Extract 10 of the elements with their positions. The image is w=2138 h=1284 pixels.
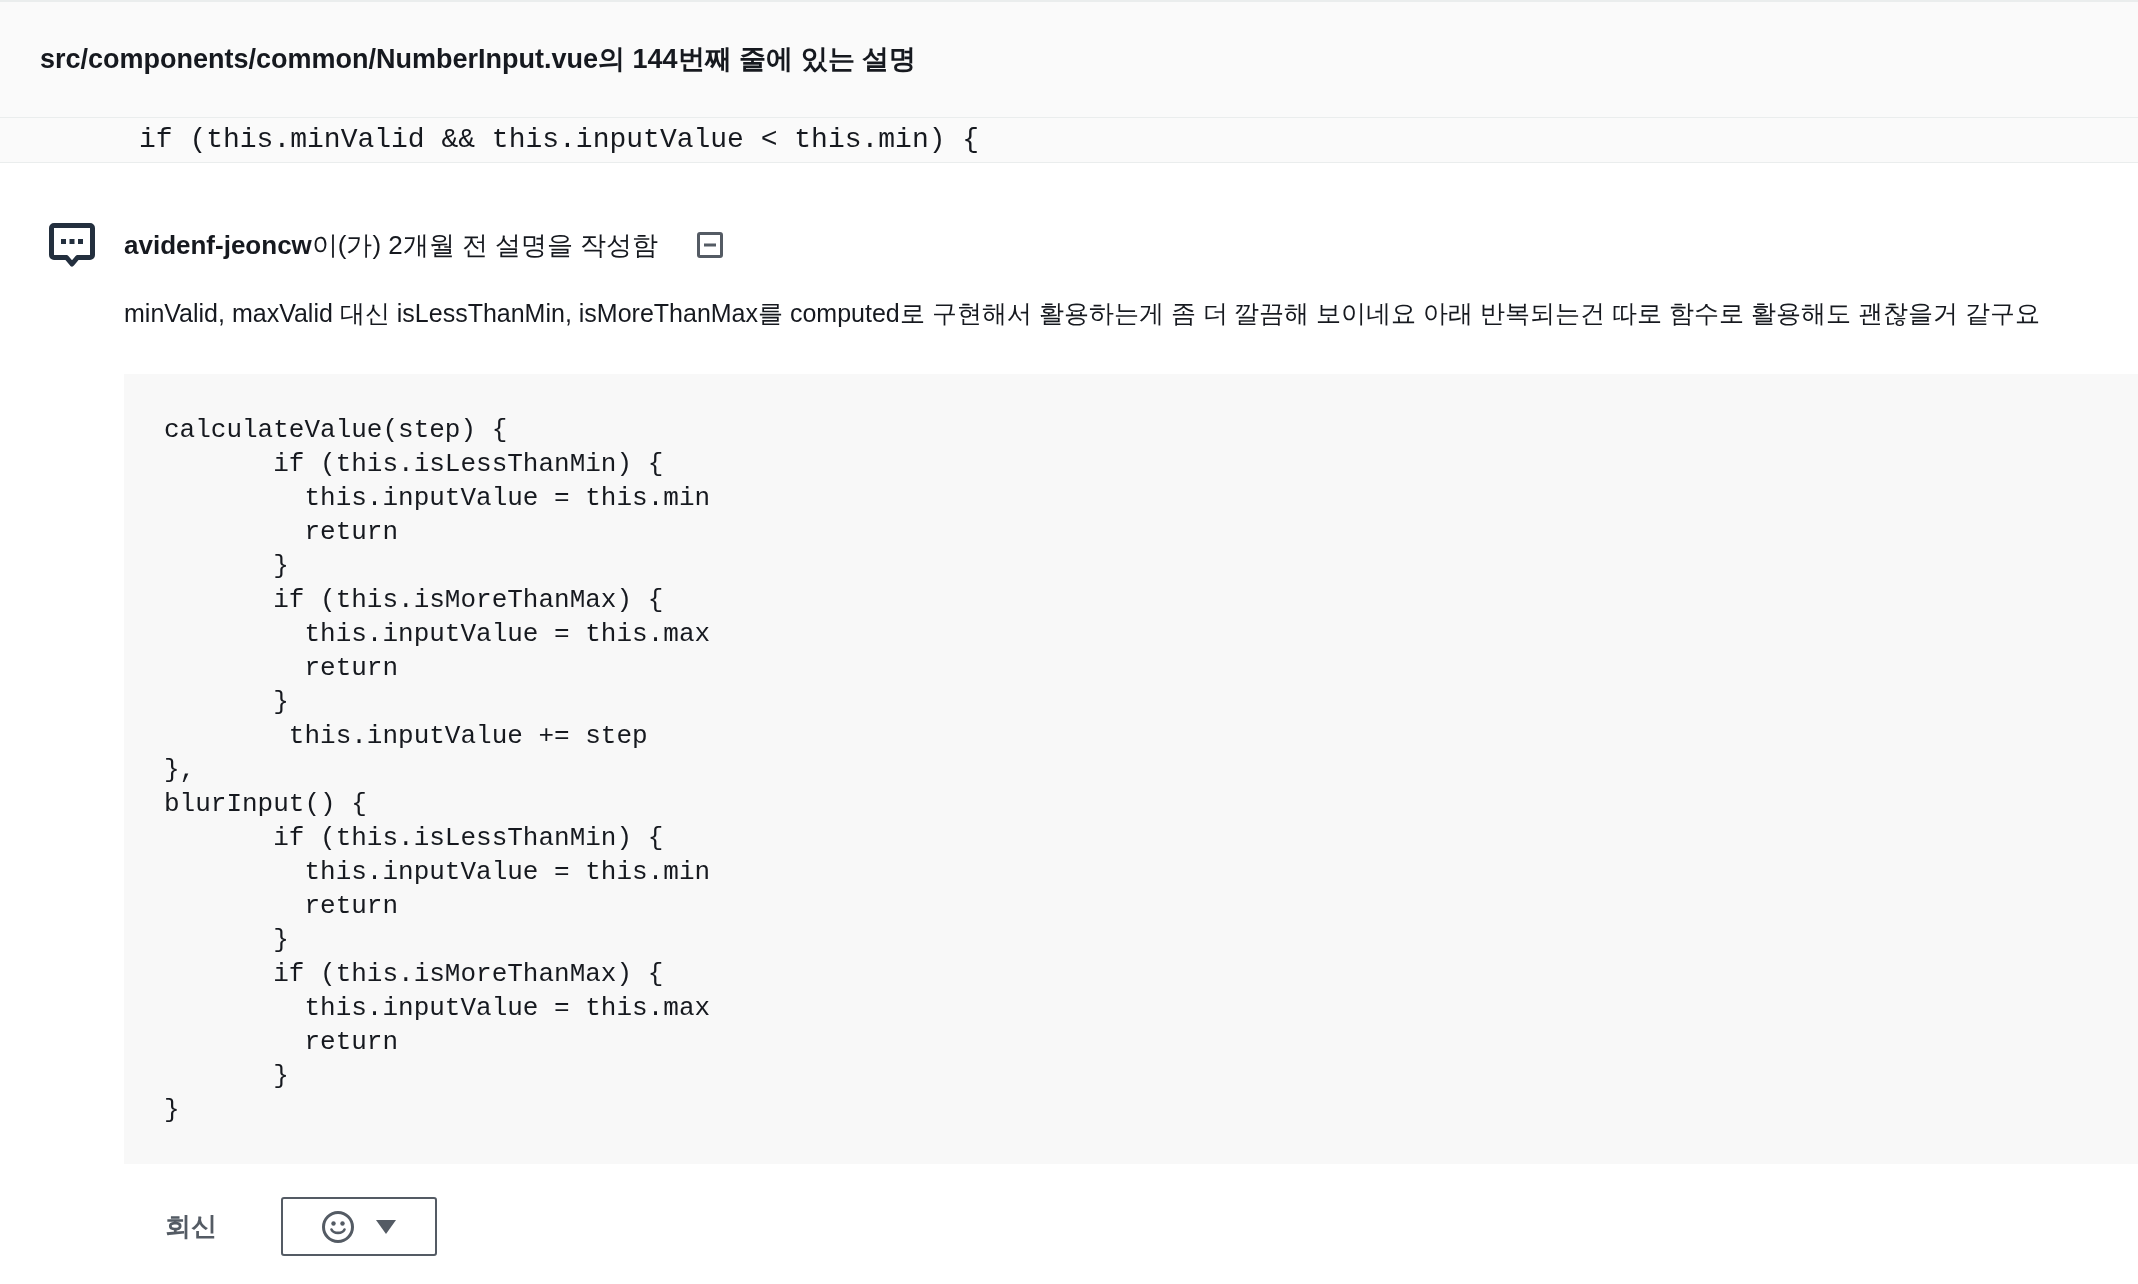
reply-label: 회신 xyxy=(165,1210,217,1243)
code-block: calculateValue(step) { if (this.isLessThanMin) { this.inputValue = this.min return } if (this.isMoreThanMax) { this.inputValue = this.max return } this.inputValue += step }, blurInput() { if (this.isLessThanMin) { this.inputValue = this.min return } if (this.isMoreThanMax) { this.inputValue = this.max return } } xyxy=(124,374,2138,1164)
file-comment-title: src/components/common/NumberInput.vue의 144번째 줄에 있는 설명 xyxy=(40,43,917,77)
emoji-reaction-button[interactable] xyxy=(281,1197,437,1256)
caret-down-icon xyxy=(376,1219,396,1234)
comment-text: minValid, maxValid 대신 isLessThanMin, isMoreThanMax를 computed로 구현해서 활용하는게 좀 더 깔끔해 보이네요 아래 반복되는건 따로 함수로 활용해도 괜찮을거 같구요 xyxy=(124,298,2042,329)
comment-bubble-icon xyxy=(49,223,95,269)
smiley-icon xyxy=(322,1210,354,1243)
collapse-icon[interactable] xyxy=(696,232,723,258)
comment-byline: avidenf-jeoncw이(가) 2개월 전 설명을 작성함 xyxy=(124,228,659,262)
